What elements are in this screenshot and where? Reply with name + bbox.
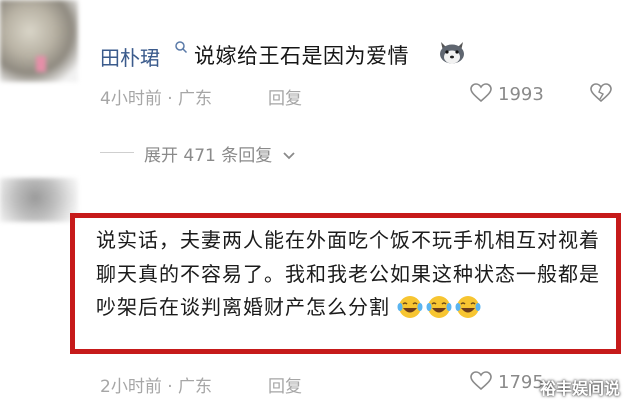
like-count: 1795 (498, 372, 544, 393)
divider (100, 152, 134, 153)
comment-timestamp: 4小时前 · 广东 (100, 89, 213, 109)
broken-heart-icon (590, 83, 612, 103)
dislike-button[interactable] (590, 83, 612, 103)
comment-username[interactable]: 田朴珺 (100, 42, 160, 71)
chevron-down-icon (283, 152, 295, 160)
husky-dog-emoji (438, 40, 466, 64)
tears-of-joy-emoji (397, 295, 423, 319)
like-button[interactable] (470, 83, 492, 103)
search-icon (174, 40, 188, 54)
expand-replies-button[interactable]: 展开 471 条回复 (144, 141, 296, 166)
comment-timestamp: 2小时前 · 广东 (100, 377, 213, 397)
like-count: 1993 (498, 84, 544, 105)
heart-icon (470, 83, 492, 103)
tears-of-joy-emoji (426, 295, 452, 319)
watermark: 裕丰娱间说 (540, 379, 621, 398)
tears-of-joy-emoji (455, 295, 481, 319)
avatar[interactable] (0, 0, 78, 82)
comment-text: 说实话，夫妻两人能在外面吃个饭不玩手机相互对视着聊天真的不容易了。我和我老公如果… (96, 228, 600, 319)
expand-replies-label: 展开 471 条回复 (144, 146, 273, 166)
reply-button[interactable]: 回复 (268, 372, 302, 397)
like-button[interactable] (470, 371, 492, 391)
comment-text: 说嫁给王石是因为爱情 (194, 44, 409, 68)
avatar[interactable] (0, 178, 78, 222)
heart-icon (470, 371, 492, 391)
reply-button[interactable]: 回复 (268, 84, 302, 109)
comment-text-block: 说实话，夫妻两人能在外面吃个饭不玩手机相互对视着聊天真的不容易了。我和我老公如果… (96, 224, 616, 325)
